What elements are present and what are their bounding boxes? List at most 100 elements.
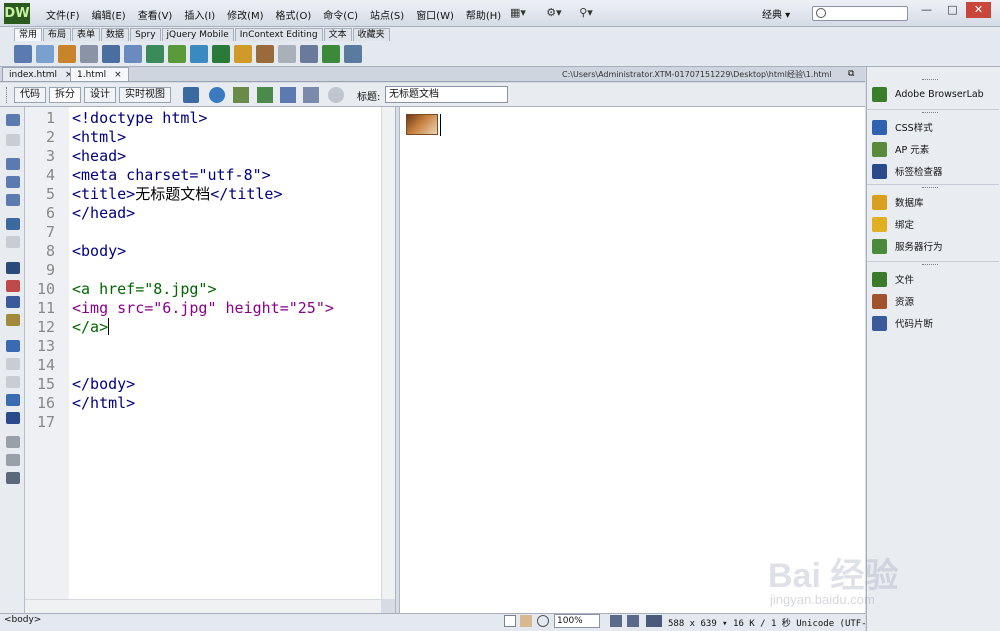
- media-icon[interactable]: [168, 45, 186, 63]
- preview-browser-icon[interactable]: [209, 87, 225, 103]
- balance-braces-icon[interactable]: [6, 236, 20, 248]
- horizontal-rule-icon[interactable]: [80, 45, 98, 63]
- open-documents-icon[interactable]: [6, 114, 20, 126]
- tablet-size-icon[interactable]: [627, 615, 639, 627]
- insert-tab-2[interactable]: 表单: [72, 28, 101, 41]
- wrap-tag-icon[interactable]: [6, 376, 20, 388]
- code-vertical-scrollbar[interactable]: [381, 107, 395, 599]
- select-parent-tag-icon[interactable]: [6, 218, 20, 230]
- close-icon[interactable]: ×: [114, 70, 122, 80]
- panel-files[interactable]: 文件: [872, 270, 914, 288]
- widget-icon[interactable]: [344, 45, 362, 63]
- title-input[interactable]: 无标题文档: [385, 86, 508, 103]
- date-icon[interactable]: [190, 45, 208, 63]
- script-icon[interactable]: [278, 45, 296, 63]
- menu-commands[interactable]: 命令(C): [317, 0, 364, 27]
- menu-modify[interactable]: 修改(M): [221, 0, 269, 27]
- comment-icon[interactable]: [234, 45, 252, 63]
- code-editor[interactable]: <!doctype html> <html> <head> <meta charset…: [69, 107, 381, 599]
- collapse-selection-icon[interactable]: [6, 176, 20, 188]
- refresh-icon[interactable]: [328, 87, 344, 103]
- menu-insert[interactable]: 插入(I): [178, 0, 221, 27]
- search-input[interactable]: [812, 6, 908, 21]
- expand-all-icon[interactable]: [6, 194, 20, 206]
- code-horizontal-scrollbar[interactable]: [25, 599, 381, 613]
- templates-icon[interactable]: [300, 45, 318, 63]
- menu-file[interactable]: 文件(F): [40, 0, 86, 27]
- tag-chooser-icon[interactable]: [322, 45, 340, 63]
- panel-css[interactable]: CSS样式: [872, 118, 933, 136]
- insert-tab-3[interactable]: 数据: [101, 28, 130, 41]
- panel-databases[interactable]: 数据库: [872, 193, 924, 211]
- hyperlink-icon[interactable]: [14, 45, 32, 63]
- head-icon[interactable]: [256, 45, 274, 63]
- line-numbers-icon[interactable]: [6, 262, 20, 274]
- hand-tool-icon[interactable]: [520, 615, 532, 627]
- apply-comment-icon[interactable]: [6, 340, 20, 352]
- insert-tab-0[interactable]: 常用: [14, 28, 43, 41]
- design-view-button[interactable]: 设计: [84, 87, 116, 103]
- code-view-button[interactable]: 代码: [14, 87, 46, 103]
- move-css-icon[interactable]: [6, 412, 20, 424]
- linked-image-thumbnail[interactable]: [406, 114, 438, 135]
- panel-bindings[interactable]: 绑定: [872, 215, 914, 233]
- view-options-icon[interactable]: [303, 87, 319, 103]
- panel-group-grip[interactable]: [922, 112, 938, 114]
- insert-tab-8[interactable]: 收藏夹: [352, 28, 390, 41]
- remove-comment-icon[interactable]: [6, 358, 20, 370]
- menu-format[interactable]: 格式(O): [270, 0, 318, 27]
- panel-browserlab[interactable]: Adobe BrowserLab: [872, 85, 984, 103]
- insert-tab-7[interactable]: 文本: [323, 28, 352, 41]
- select-tool-icon[interactable]: [504, 615, 516, 627]
- design-view[interactable]: [400, 107, 865, 613]
- close-button[interactable]: ✕: [966, 2, 991, 18]
- menu-window[interactable]: 窗口(W): [410, 0, 460, 27]
- multiscreen-icon[interactable]: [183, 87, 199, 103]
- outdent-icon[interactable]: [6, 454, 20, 466]
- visual-aids-icon[interactable]: [280, 87, 296, 103]
- show-code-navigator-icon[interactable]: [6, 134, 20, 146]
- panel-snippets[interactable]: 代码片断: [872, 314, 933, 332]
- highlight-invalid-icon[interactable]: [6, 280, 20, 292]
- panel-assets[interactable]: 资源: [872, 292, 914, 310]
- panel-server-behaviors[interactable]: 服务器行为: [872, 237, 943, 255]
- server-side-include-icon[interactable]: [212, 45, 230, 63]
- gear-icon[interactable]: ⚙▾: [544, 6, 564, 20]
- site-icon[interactable]: ⚲▾: [576, 6, 596, 20]
- tab-1-html[interactable]: 1.html ×: [70, 67, 129, 82]
- menu-help[interactable]: 帮助(H): [460, 0, 507, 27]
- syntax-coloring-icon[interactable]: [6, 314, 20, 326]
- menu-view[interactable]: 查看(V): [132, 0, 179, 27]
- menu-edit[interactable]: 编辑(E): [86, 0, 132, 27]
- check-browser-icon[interactable]: [257, 87, 273, 103]
- word-wrap-icon[interactable]: [6, 296, 20, 308]
- minimize-button[interactable]: —: [914, 2, 939, 18]
- panel-group-grip[interactable]: [922, 264, 938, 266]
- insert-tab-6[interactable]: InContext Editing: [234, 28, 323, 41]
- workspace-switcher[interactable]: 经典 ▾: [762, 6, 790, 21]
- panel-group-grip[interactable]: [922, 187, 938, 189]
- live-view-button[interactable]: 实时视图: [119, 87, 171, 103]
- panel-tag-inspector[interactable]: 标签检查器: [872, 162, 943, 180]
- maximize-button[interactable]: □: [940, 2, 965, 18]
- image-icon[interactable]: [146, 45, 164, 63]
- div-icon[interactable]: [124, 45, 142, 63]
- menu-site[interactable]: 站点(S): [364, 0, 410, 27]
- panel-ap[interactable]: AP 元素: [872, 140, 929, 158]
- tab-index-html[interactable]: index.html ×: [2, 67, 80, 82]
- mobile-size-icon[interactable]: [610, 615, 622, 627]
- email-link-icon[interactable]: [36, 45, 54, 63]
- restore-icon[interactable]: ⧉: [848, 69, 854, 79]
- indent-icon[interactable]: [6, 436, 20, 448]
- split-view-button[interactable]: 拆分: [49, 87, 81, 103]
- zoom-select[interactable]: 100%: [554, 614, 600, 628]
- insert-tab-1[interactable]: 布局: [43, 28, 72, 41]
- panel-group-grip[interactable]: [922, 79, 938, 81]
- table-icon[interactable]: [102, 45, 120, 63]
- tag-selector[interactable]: <body>: [4, 615, 41, 625]
- format-source-icon[interactable]: [6, 472, 20, 484]
- insert-tab-5[interactable]: jQuery Mobile: [161, 28, 234, 41]
- recent-snippets-icon[interactable]: [6, 394, 20, 406]
- layout-icon[interactable]: ▦▾: [508, 6, 528, 20]
- zoom-tool-icon[interactable]: [537, 615, 549, 627]
